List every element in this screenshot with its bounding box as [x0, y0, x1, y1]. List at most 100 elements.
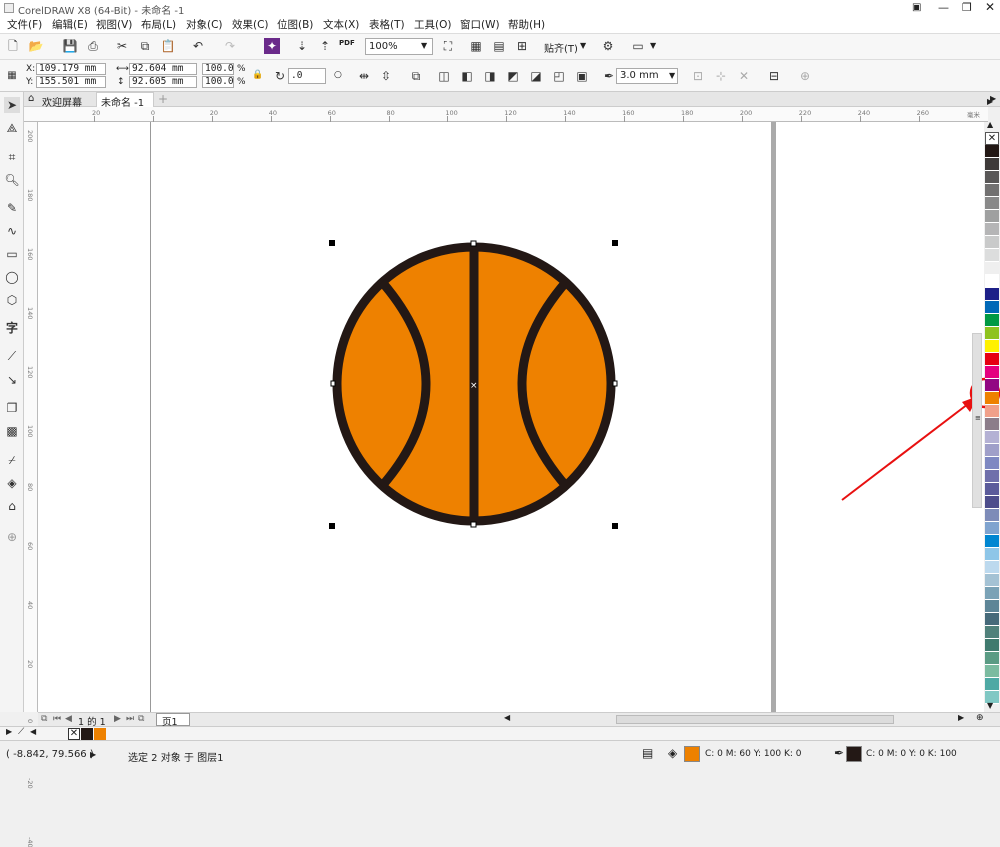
tab-welcome[interactable]: ⌂ 欢迎屏幕 [24, 92, 96, 109]
y-position-field[interactable]: 155.501 mm [36, 76, 106, 88]
shape-tool-icon[interactable]: ⟁ [4, 120, 20, 136]
break-apart-icon[interactable]: ✕ [736, 68, 752, 84]
menu-file[interactable]: 文件(F) [7, 17, 42, 32]
rulers-icon[interactable]: ▦ [468, 38, 484, 54]
menu-effects[interactable]: 效果(C) [232, 17, 269, 32]
zoom-level-select[interactable]: 100% ▼ [365, 38, 433, 55]
palette-swatch[interactable] [985, 301, 999, 314]
node-handle[interactable] [612, 380, 618, 387]
outline-color-swatch[interactable] [846, 746, 862, 762]
outline-width-select[interactable]: 3.0 mm ▼ [616, 68, 678, 84]
object-origin-icon[interactable]: ▦ [4, 68, 20, 84]
add-page-icon[interactable]: ⧉ [138, 714, 144, 724]
palette-swatch[interactable] [985, 392, 999, 405]
palette-swatch[interactable] [985, 665, 999, 678]
interactive-fill-icon[interactable]: ◈ [4, 475, 20, 491]
palette-menu-icon[interactable]: ▶ [6, 727, 12, 736]
palette-swatch[interactable] [985, 587, 999, 600]
palette-swatch[interactable] [985, 405, 999, 418]
artistic-media-icon[interactable]: ∿ [4, 223, 20, 239]
x-position-field[interactable]: 109.179 mm [36, 63, 106, 75]
horizontal-ruler[interactable]: 20 0 20 40 60 80 100 120 140 160 180 200 220 240 260 毫… [24, 107, 988, 122]
palette-swatch[interactable] [985, 223, 999, 236]
palette-swatch[interactable] [985, 275, 999, 288]
selection-handle[interactable] [329, 523, 335, 529]
palette-swatch[interactable] [985, 314, 999, 327]
palette-swatch[interactable] [985, 561, 999, 574]
mirror-horizontal-icon[interactable]: ⇹ [356, 68, 372, 84]
open-folder-icon[interactable]: 📂 [28, 38, 44, 54]
tab-document[interactable]: 未命名 -1 [96, 92, 154, 109]
drop-shadow-icon[interactable]: ❐ [4, 400, 20, 416]
lock-ratio-icon[interactable]: 🔒 [252, 70, 263, 80]
eyedropper-icon[interactable]: ⟋ [18, 727, 24, 737]
palette-swatch[interactable] [985, 145, 999, 158]
palette-swatch[interactable] [985, 184, 999, 197]
width-field[interactable]: 92.604 mm [129, 63, 197, 75]
color-proof-icon[interactable]: ▤ [642, 746, 653, 760]
horizontal-scrollbar-thumb[interactable] [616, 715, 894, 724]
application-launcher-icon[interactable]: ▭ [630, 38, 646, 54]
align-icon[interactable]: ⊹ [713, 68, 729, 84]
menu-tools[interactable]: 工具(O) [414, 17, 451, 32]
height-field[interactable]: 92.605 mm [129, 76, 197, 88]
search-content-icon[interactable]: ✦ [264, 38, 280, 54]
palette-swatch[interactable] [985, 535, 999, 548]
doc-swatch-orange[interactable] [94, 728, 106, 740]
print-icon[interactable]: ⎙ [85, 38, 101, 54]
pick-tool-icon[interactable]: ➤ [4, 97, 20, 113]
import-icon[interactable]: ⇣ [294, 38, 310, 54]
text-tool-icon[interactable]: 字 [4, 320, 20, 336]
node-handle[interactable] [330, 380, 336, 387]
intersect-icon[interactable]: ◨ [482, 68, 498, 84]
zoom-tool-icon[interactable]: 🔍︎ [4, 172, 20, 188]
page-nav-next-icon[interactable]: ▶ [114, 714, 121, 724]
palette-swatch[interactable] [985, 418, 999, 431]
add-tab-icon[interactable]: + [158, 92, 168, 106]
fill-color-swatch[interactable] [684, 746, 700, 762]
menu-window[interactable]: 窗口(W) [460, 17, 500, 32]
page-nav-last-icon[interactable]: ⏭ [126, 714, 134, 724]
palette-swatch[interactable] [985, 249, 999, 262]
scale-width-field[interactable]: 100.0 [202, 63, 234, 75]
selection-handle[interactable] [612, 523, 618, 529]
scale-height-field[interactable]: 100.0 [202, 76, 234, 88]
palette-swatch[interactable] [985, 522, 999, 535]
weld-icon[interactable]: ◫ [436, 68, 452, 84]
palette-swatch[interactable] [985, 340, 999, 353]
smart-fill-icon[interactable]: ⌂ [4, 498, 20, 514]
doc-swatch-black[interactable] [81, 728, 93, 740]
palette-swatch[interactable] [985, 496, 999, 509]
close-button[interactable]: ✕ [985, 0, 995, 14]
menu-table[interactable]: 表格(T) [369, 17, 405, 32]
palette-swatch[interactable] [985, 158, 999, 171]
polygon-tool-icon[interactable]: ⬡ [4, 292, 20, 308]
menu-bitmap[interactable]: 位图(B) [277, 17, 313, 32]
crop-tool-icon[interactable]: ⌗ [4, 149, 20, 165]
palette-swatch[interactable] [985, 483, 999, 496]
front-minus-back-icon[interactable]: ◪ [528, 68, 544, 84]
menu-view[interactable]: 视图(V) [96, 17, 132, 32]
palette-swatch[interactable] [985, 197, 999, 210]
redo-icon[interactable]: ↷ [222, 38, 238, 54]
palette-scroll-down-icon[interactable]: ▼ [987, 701, 993, 710]
node-handle[interactable] [470, 521, 477, 528]
align-distribute-icon[interactable]: ⊟ [766, 68, 782, 84]
palette-swatch[interactable] [985, 366, 999, 379]
trim-icon[interactable]: ◧ [459, 68, 475, 84]
new-document-icon[interactable]: 🗋 [5, 38, 21, 54]
palette-swatch[interactable] [985, 652, 999, 665]
menu-help[interactable]: 帮助(H) [508, 17, 545, 32]
gear-icon[interactable]: ⚙ [600, 38, 616, 54]
full-screen-icon[interactable]: ⛶ [440, 38, 456, 54]
palette-swatch[interactable] [985, 548, 999, 561]
menu-text[interactable]: 文本(X) [323, 17, 359, 32]
page-tab[interactable]: 页1 [156, 713, 190, 728]
no-color-swatch[interactable]: ✕ [68, 728, 80, 740]
add-tool-icon[interactable]: ⊕ [4, 529, 20, 545]
menu-edit[interactable]: 编辑(E) [52, 17, 88, 32]
palette-swatch[interactable] [985, 288, 999, 301]
export-icon[interactable]: ⇡ [317, 38, 333, 54]
convert-to-curves-icon[interactable]: ⊡ [690, 68, 706, 84]
copy-icon[interactable]: ⧉ [137, 38, 153, 54]
